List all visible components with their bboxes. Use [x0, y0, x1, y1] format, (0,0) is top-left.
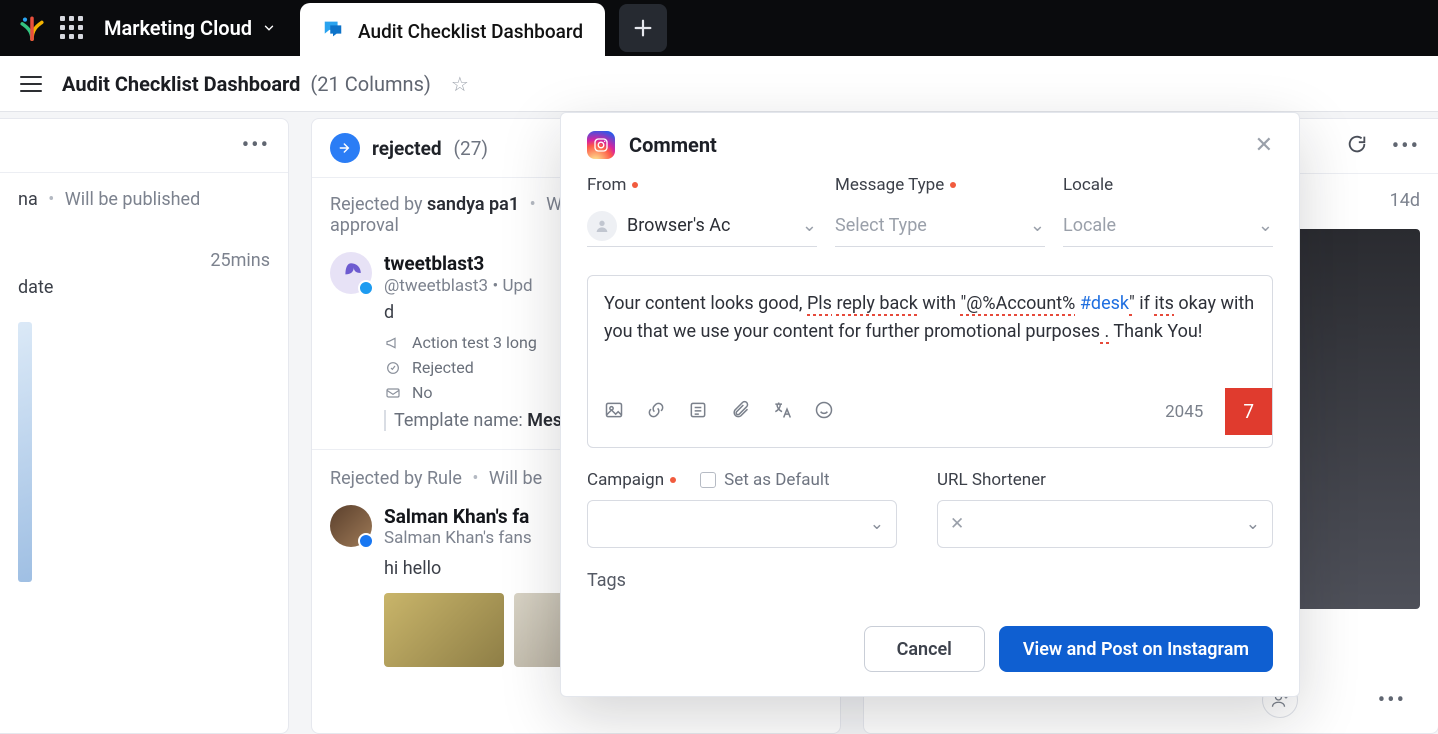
editor-toolbar: 2045 7 [604, 376, 1256, 447]
author-avatar [330, 252, 372, 294]
column-left-partial: ••• na • Will be published 25mins date [0, 118, 289, 734]
top-bar: Marketing Cloud Audit Checklist Dashboar… [0, 0, 1438, 56]
status-icon [384, 359, 402, 377]
app-launcher-icon[interactable] [60, 16, 84, 40]
from-label: From [587, 175, 817, 195]
brand-logo-icon [18, 14, 46, 42]
template-value: Mes [527, 410, 562, 431]
add-tab-button[interactable] [619, 4, 667, 52]
product-switcher[interactable]: Marketing Cloud [104, 16, 276, 40]
page-header: Audit Checklist Dashboard (21 Columns) ☆ [0, 56, 1438, 112]
thumbnail[interactable] [384, 593, 504, 667]
twitter-badge-icon [358, 280, 374, 296]
message-editor[interactable]: Your content looks good, Pls reply back … [587, 275, 1273, 448]
url-shortener-label: URL Shortener [937, 470, 1273, 490]
campaign-select[interactable]: ⌄ [587, 500, 897, 548]
column-header: ••• [0, 119, 288, 173]
char-error-count: 7 [1225, 388, 1272, 435]
translate-icon[interactable] [772, 400, 792, 424]
campaign-label: Campaign [587, 470, 676, 490]
facebook-badge-icon [358, 533, 374, 549]
submit-button[interactable]: View and Post on Instagram [999, 626, 1273, 672]
page-title: Audit Checklist Dashboard [62, 72, 300, 96]
chat-icon [322, 18, 344, 44]
image-icon[interactable] [604, 400, 624, 424]
refresh-icon[interactable] [1346, 133, 1368, 159]
locale-label: Locale [1063, 175, 1273, 195]
from-select[interactable]: Browser's Ac ⌄ [587, 205, 817, 247]
chevron-down-icon: ⌄ [802, 215, 817, 236]
active-tab[interactable]: Audit Checklist Dashboard [300, 3, 605, 59]
note-icon[interactable] [688, 400, 708, 424]
column-icon [330, 133, 360, 163]
cancel-button[interactable]: Cancel [864, 626, 985, 672]
megaphone-icon [384, 334, 402, 352]
mail-icon [384, 384, 402, 402]
modal-footer: Cancel View and Post on Instagram [561, 610, 1299, 696]
message-type-select[interactable]: Select Type ⌄ [835, 205, 1045, 247]
status-note: Will be published [65, 189, 200, 210]
clear-icon[interactable]: ✕ [950, 514, 964, 534]
instagram-icon [587, 131, 615, 159]
column-count: (27) [454, 137, 488, 160]
author-handle: @tweetblast3 [384, 276, 488, 296]
author-avatar [330, 505, 372, 547]
rejected-by-user: sandya pa1 [427, 194, 519, 215]
tags-label: Tags [587, 570, 1273, 591]
status-fragment: na [18, 189, 38, 210]
card-fragment: date [18, 277, 270, 298]
editor-content[interactable]: Your content looks good, Pls reply back … [604, 290, 1256, 376]
url-shortener-select[interactable]: ✕ ⌄ [937, 500, 1273, 548]
card-time: 25mins [18, 250, 270, 271]
locale-select[interactable]: Locale ⌄ [1063, 205, 1273, 247]
page-title-wrap: Audit Checklist Dashboard (21 Columns) [62, 72, 431, 96]
card-more-icon[interactable]: ••• [1378, 688, 1406, 713]
checkbox-icon [700, 472, 716, 488]
menu-icon[interactable] [20, 76, 42, 92]
product-name: Marketing Cloud [104, 16, 252, 40]
favorite-star-icon[interactable]: ☆ [451, 72, 469, 96]
column-more-icon[interactable]: ••• [1392, 134, 1420, 159]
modal-title: Comment [629, 133, 717, 157]
image-fragment [18, 322, 32, 582]
page-subtitle: (21 Columns) [310, 72, 430, 96]
close-icon[interactable]: ✕ [1255, 133, 1273, 158]
column-more-icon[interactable]: ••• [242, 133, 270, 158]
message-type-label: Message Type [835, 175, 1045, 195]
avatar-icon [587, 211, 617, 241]
template-label: Template name: [394, 410, 523, 431]
emoji-icon[interactable] [814, 400, 834, 424]
active-tab-title: Audit Checklist Dashboard [358, 20, 583, 43]
chevron-down-icon: ⌄ [1030, 215, 1045, 236]
chevron-down-icon: ⌄ [1258, 215, 1273, 236]
link-icon[interactable] [646, 400, 666, 424]
column-name: rejected [372, 137, 442, 160]
attach-icon[interactable] [730, 400, 750, 424]
chevron-down-icon [262, 21, 276, 35]
char-count: 2045 [1165, 402, 1203, 422]
chevron-down-icon: ⌄ [1246, 514, 1260, 534]
from-value: Browser's Ac [627, 215, 730, 236]
chevron-down-icon: ⌄ [870, 514, 884, 534]
set-default-checkbox[interactable]: Set as Default [700, 470, 830, 490]
plus-icon [632, 17, 654, 39]
card-status-line: na • Will be published [18, 189, 270, 210]
comment-modal: Comment ✕ From Message Type Locale Brows… [560, 112, 1300, 697]
